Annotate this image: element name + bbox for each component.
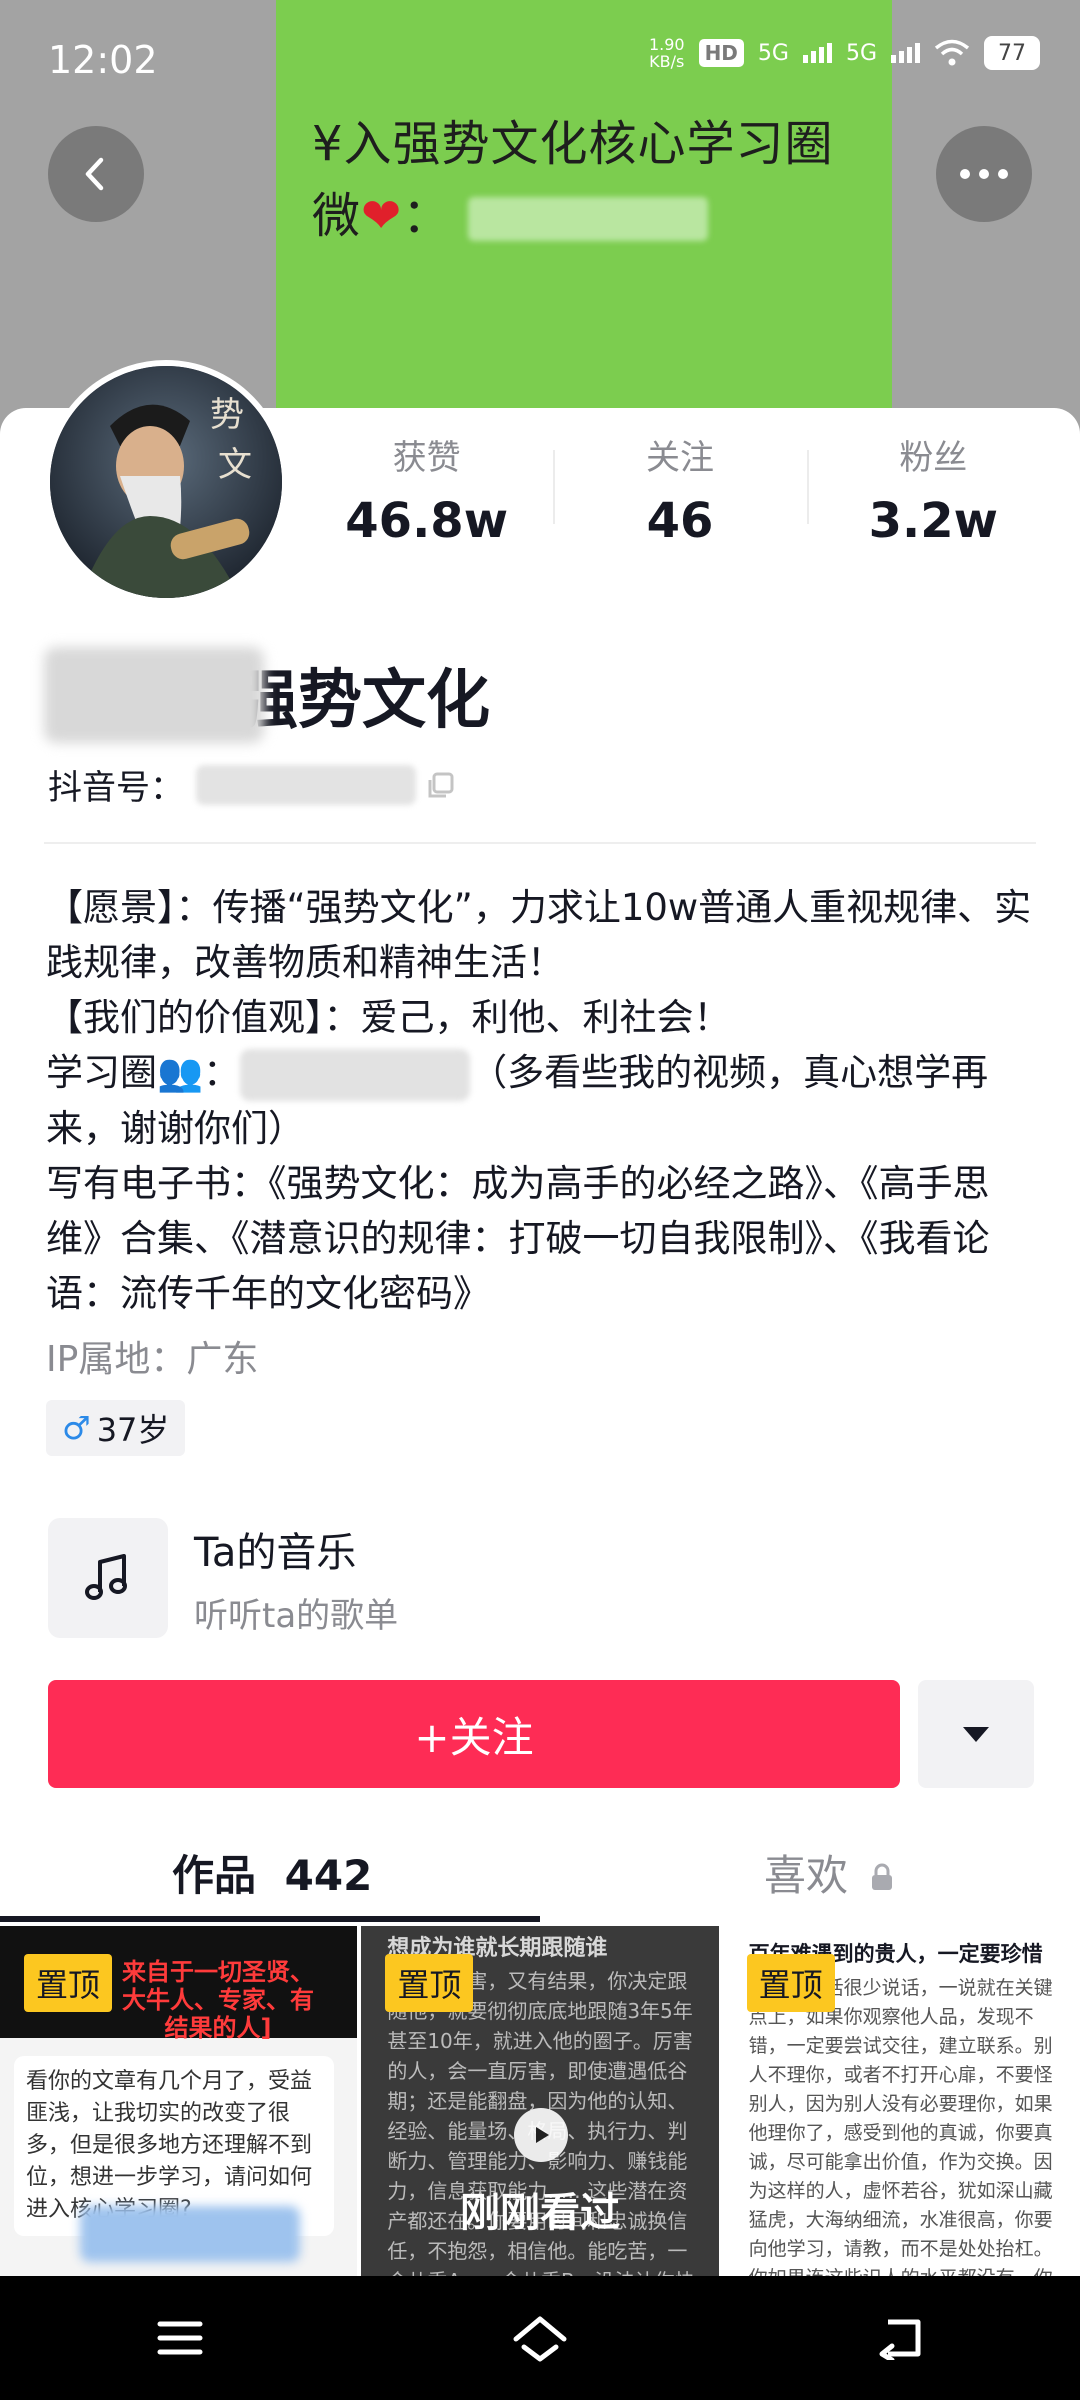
- profile-tabs: 作品 442 喜欢: [0, 1830, 1080, 1918]
- menu-icon: [157, 2321, 203, 2355]
- profile-bio: 【愿景】：传播“强势文化”，力求让10w普通人重视规律、实践规律，改善物质和精神…: [46, 880, 1036, 1321]
- profile-name-row: 强势文化: [44, 647, 490, 743]
- more-dots-icon: [960, 169, 1008, 179]
- pinned-badge-3: 置顶: [746, 1954, 835, 2012]
- play-icon: [514, 2108, 568, 2162]
- ip-location: IP属地：广东: [46, 1339, 259, 1380]
- avatar[interactable]: 势 文: [44, 360, 288, 604]
- copy-icon[interactable]: [426, 770, 456, 800]
- thumbnail-1-highlight: 来自于一切圣贤、大牛人、专家、有结果的人]: [122, 1958, 314, 2042]
- cover-text-line2: 微❤：: [312, 180, 872, 252]
- stat-followers[interactable]: 粉丝 3.2w: [806, 430, 1060, 550]
- music-title: Ta的音乐: [194, 1529, 357, 1576]
- stat-following-label: 关注: [645, 438, 714, 478]
- tab-works[interactable]: 作品 442: [172, 1842, 372, 1903]
- cover-text-suffix: ：: [402, 188, 452, 244]
- signal-bars-icon-2: [891, 43, 920, 63]
- cover-text: ¥入强势文化核心学习圈 微❤：: [312, 108, 872, 252]
- network-speed-value: 1.90: [648, 35, 685, 54]
- gender-age-tag: ♂ 37岁: [46, 1400, 186, 1456]
- stat-followers-label: 粉丝: [899, 438, 968, 478]
- follow-button[interactable]: +关注: [48, 1680, 900, 1788]
- system-nav-bar: [0, 2276, 1080, 2400]
- douyin-id-label: 抖音号：: [48, 768, 184, 808]
- stat-followers-value: 3.2w: [868, 493, 998, 549]
- bio-study-circle: 学习圈👥： （多看些我的视频，真心想学再来，谢谢你们）: [46, 1045, 1036, 1156]
- home-icon: [513, 2316, 567, 2362]
- redacted-contact: [467, 197, 708, 241]
- hd-icon: HD: [698, 39, 744, 67]
- network-speed: 1.90 KB/s: [649, 36, 685, 70]
- back-button[interactable]: [48, 126, 144, 222]
- music-note-icon: [48, 1518, 168, 1638]
- tab-works-count: 442: [284, 1851, 373, 1900]
- avatar-portrait: 势 文: [50, 366, 282, 598]
- active-tab-indicator: [0, 1916, 540, 1922]
- bio-vision: 【愿景】：传播“强势文化”，力求让10w普通人重视规律、实践规律，改善物质和精神…: [46, 886, 1032, 984]
- caret-down-icon: [963, 1727, 989, 1742]
- music-text: Ta的音乐 听听ta的歌单: [194, 1520, 398, 1637]
- status-time: 12:02: [48, 38, 158, 82]
- redacted-douyin-id: [196, 764, 416, 805]
- video-grid: 来自于一切圣贤、大牛人、专家、有结果的人] 置顶 看你的文章有几个月了，受益匪浅…: [0, 1926, 1080, 2276]
- cover-text-prefix: 微: [312, 188, 362, 244]
- tab-likes[interactable]: 喜欢: [764, 1842, 895, 1903]
- network-speed-unit: KB/s: [649, 52, 685, 71]
- signal-5g-label: 5G: [757, 40, 789, 66]
- wifi-icon: [934, 39, 970, 66]
- bio-values: 【我们的价值观】：爱己，利他、利社会！: [46, 996, 731, 1039]
- nav-home-button[interactable]: [480, 2288, 600, 2388]
- thumbnail-3-body: 贵人通常话很少说话，一说就在关键点上，如果你观察他人品，发现不错，一定要尝试交往…: [748, 1977, 1053, 2276]
- nav-back-button[interactable]: [840, 2288, 960, 2388]
- lock-icon: [872, 1863, 893, 1890]
- signal-5g-label-2: 5G: [845, 40, 877, 66]
- music-entry[interactable]: Ta的音乐 听听ta的歌单: [48, 1518, 398, 1638]
- heart-icon: ❤: [361, 188, 403, 244]
- bio-study-prefix: 学习圈: [46, 1051, 157, 1094]
- back-arrow-icon: [879, 2319, 921, 2360]
- redacted-contact-inline: [240, 1048, 471, 1101]
- divider: [44, 842, 1036, 844]
- more-button[interactable]: [936, 126, 1032, 222]
- profile-name: 强势文化: [234, 664, 490, 738]
- chevron-left-icon: [85, 157, 104, 191]
- status-bar: 12:02 1.90 KB/s HD 5G 5G 77: [0, 0, 1080, 120]
- stat-following[interactable]: 关注 46: [553, 430, 806, 550]
- male-icon: ♂: [62, 1409, 91, 1447]
- battery-icon: 77: [984, 36, 1040, 70]
- tab-likes-label: 喜欢: [764, 1851, 849, 1900]
- douyin-id-row: 抖音号：: [48, 760, 456, 809]
- signal-bars-icon: [802, 43, 832, 63]
- video-thumbnail-3[interactable]: 百年难遇到的贵人，一定要珍惜 贵人通常话很少说话，一说就在关键点上，如果你观察他…: [722, 1926, 1080, 2276]
- profile-stats: 获赞 46.8w 关注 46 粉丝 3.2w: [300, 430, 1060, 550]
- bio-ebooks: 写有电子书：《强势文化：成为高手的必经之路》、《高手思维》合集、《潜意识的规律：…: [46, 1161, 990, 1315]
- pinned-badge: 置顶: [24, 1954, 113, 2012]
- music-subtitle: 听听ta的歌单: [194, 1595, 399, 1636]
- stat-likes[interactable]: 获赞 46.8w: [300, 430, 553, 550]
- stat-likes-value: 46.8w: [345, 493, 509, 549]
- tab-works-label: 作品: [172, 1851, 257, 1900]
- video-thumbnail-2[interactable]: 想成为谁就长期跟随谁 真的很厉害，又有结果，你决定跟随他，就要彻彻底底地跟随3年…: [361, 1926, 719, 2276]
- svg-text:势: 势: [210, 395, 244, 435]
- redacted-reply: [80, 2206, 300, 2262]
- status-icons: 1.90 KB/s HD 5G 5G 77: [649, 36, 1040, 70]
- pinned-badge-2: 置顶: [385, 1954, 474, 2012]
- svg-text:文: 文: [218, 445, 252, 485]
- video-thumbnail-1[interactable]: 来自于一切圣贤、大牛人、专家、有结果的人] 置顶 看你的文章有几个月了，受益匪浅…: [0, 1926, 358, 2276]
- people-icon: 👥: [157, 1051, 204, 1094]
- nav-menu-button[interactable]: [120, 2288, 240, 2388]
- redacted-name-prefix: [44, 647, 264, 743]
- age-label: 37岁: [96, 1411, 170, 1449]
- stat-likes-label: 获赞: [392, 438, 461, 478]
- recommend-dropdown-button[interactable]: [918, 1680, 1034, 1788]
- stat-following-value: 46: [646, 493, 714, 549]
